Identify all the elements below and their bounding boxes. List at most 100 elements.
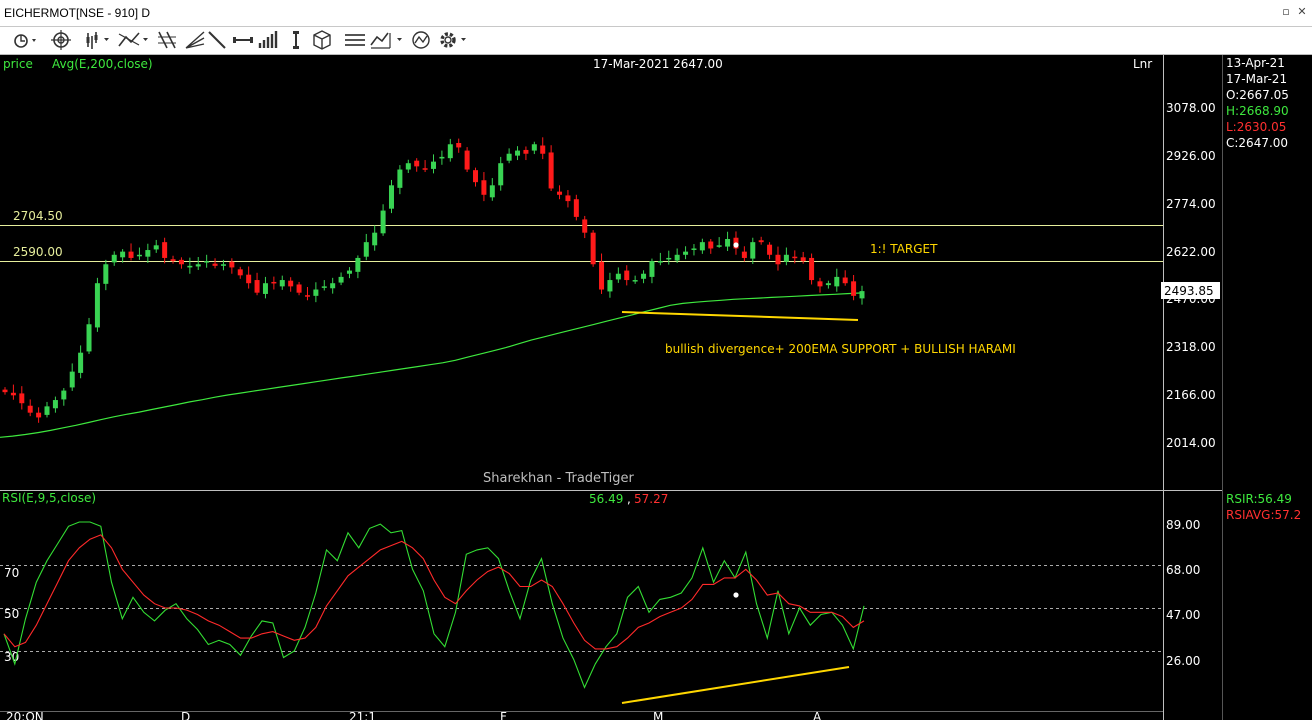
candle-body [414,160,420,167]
candle-body [548,152,554,189]
candle-body [439,156,445,159]
candle-body [262,283,268,294]
y-tick-label: 2774.00 [1166,197,1216,211]
candle-body [515,150,521,156]
rsi-value: 56.49 [589,492,623,506]
candle-body [338,276,344,283]
candle-body [61,390,67,400]
horizontal-line-icon[interactable] [230,28,256,52]
candle-body [153,245,159,250]
candle-body [78,352,84,373]
close-icon[interactable]: ✕ [1296,6,1308,18]
candle-body [271,281,277,284]
candle-body [2,389,8,393]
window-title: EICHERMOT[NSE - 910] D [4,6,151,20]
y-tick-label: 3078.00 [1166,101,1216,115]
candle-body [296,284,302,293]
compare-icon[interactable] [408,28,434,52]
rsi-value-separator: , [627,492,631,506]
ohlc-date-cursor: 17-Mar-21 [1226,72,1287,86]
candle-body [246,274,252,284]
candle-body [170,259,176,262]
candle-body [388,185,394,209]
candle-body [825,283,831,286]
lines-icon[interactable] [342,28,368,52]
annotation-text: bullish divergence+ 200EMA SUPPORT + BUL… [665,342,1016,356]
x-tick-label: A [813,710,822,720]
candle-body [590,232,596,265]
target-label: 1:! TARGET [870,242,938,256]
rsiavg-value: 57.27 [634,492,668,506]
scale-icon[interactable] [368,28,408,52]
candle-body [531,144,537,151]
draw-tools-icon[interactable] [116,28,150,52]
y-tick-label: 2622.00 [1166,245,1216,259]
y-tick-label: 2318.00 [1166,340,1216,354]
volume-bars-icon[interactable] [256,28,282,52]
rsiavg-readout: RSIAVG:57.2 [1226,508,1301,522]
rsi-y-tick: 47.00 [1166,608,1200,622]
candle-body [279,280,285,287]
settings-icon[interactable] [436,28,470,52]
level-label-2704: 2704.50 [13,209,63,223]
candle-body [473,170,479,183]
level-label-2590: 2590.00 [13,245,63,259]
candle-body [237,269,243,276]
candle-body [355,257,361,272]
x-tick-label: 20:ON [6,710,44,720]
restore-icon[interactable]: ▫ [1280,6,1292,18]
vertical-line-icon[interactable] [286,28,306,52]
x-tick-label: 21:1 [349,710,376,720]
cube-icon[interactable] [308,28,336,52]
candle-body [615,273,621,280]
candle-body [632,280,638,282]
ohlc-low: L:2630.05 [1226,120,1286,134]
candle-body [557,191,563,195]
candle-body [86,324,92,352]
x-tick-label: M [653,710,663,720]
candle-body [321,286,327,288]
candle-body [120,251,126,258]
candle-body [599,261,605,290]
candle-body [489,185,495,198]
candle-body [36,412,42,418]
y-tick-label: 2166.00 [1166,388,1216,402]
x-tick-label: F [500,710,507,720]
trendline-icon[interactable] [204,28,230,52]
candle-body [447,144,453,159]
crosshair-dot [733,242,739,248]
rsi-y-tick: 26.00 [1166,654,1200,668]
watermark: Sharekhan - TradeTiger [483,471,634,486]
candle-body [817,281,823,287]
bar-style-icon[interactable] [84,28,112,52]
scale-mode-label[interactable]: Lnr [1133,57,1152,71]
candle-body [52,400,58,409]
ohlc-high: H:2668.90 [1226,104,1289,118]
candle-body [834,276,840,287]
crosshair-icon[interactable] [48,28,74,52]
candle-body [716,245,722,247]
y-tick-label: 2926.00 [1166,149,1216,163]
candle-body [851,281,857,296]
rsi-level-label-70: 70 [4,566,19,580]
candle-body [363,242,369,257]
candle-body [699,242,705,251]
candle-body [44,406,50,415]
rsir-readout: RSIR:56.49 [1226,492,1292,506]
fib-icon[interactable] [154,28,180,52]
chart-area[interactable]: price Avg(E,200,close) 17-Mar-2021 2647.… [0,55,1312,720]
candle-body [422,168,428,170]
candle-body [725,239,731,247]
candle-body [19,393,25,404]
candle-body [775,254,781,265]
rsi-y-tick: 89.00 [1166,518,1200,532]
candle-body [498,163,504,186]
candle-body [10,392,16,396]
candle-body [464,150,470,170]
candle-body [783,254,789,262]
cursor-menu-icon[interactable] [10,28,38,52]
candle-body [481,180,487,195]
candle-body [111,254,117,263]
candle-body [254,280,260,293]
candle-body [195,264,201,267]
